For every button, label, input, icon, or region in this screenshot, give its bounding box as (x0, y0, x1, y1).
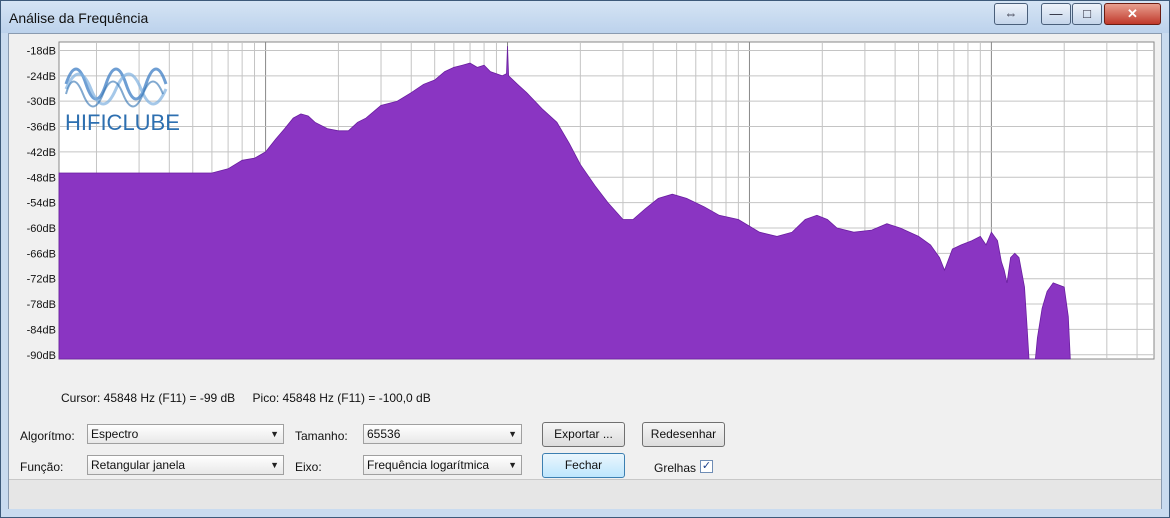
logo-text: HIFICLUBE (65, 110, 180, 135)
x-tick-label: 10Hz (252, 363, 280, 364)
chevron-down-icon: ▼ (270, 429, 279, 439)
redraw-button[interactable]: Redesenhar (642, 422, 725, 447)
peak-readout: Pico: 45848 Hz (F11) = -100,0 dB (252, 391, 431, 405)
spectrum-chart[interactable]: -18dB -24dB -30dB -36dB -42dB -48dB -54dB -60dB… (9, 34, 1161, 364)
y-tick-label: -36dB (27, 122, 56, 134)
y-tick-label: -72dB (27, 274, 56, 286)
window-title: Análise da Frequência (9, 10, 149, 26)
x-tick-label: 3Hz (128, 363, 149, 364)
y-tick-label: -24dB (27, 71, 56, 83)
title-bar[interactable]: Análise da Frequência ⇔ — □ ✕ (1, 1, 1169, 33)
y-tick-label: -90dB (27, 350, 56, 362)
y-tick-label: -48dB (27, 172, 56, 184)
axis-value: Frequência logarítmica (367, 458, 490, 472)
algorithm-value: Espectro (91, 427, 139, 441)
x-tick-label: 30Hz (367, 363, 395, 364)
y-tick-label: -54dB (27, 198, 56, 210)
y-tick-label: -42dB (27, 147, 56, 159)
client-area: -18dB -24dB -30dB -36dB -42dB -48dB -54dB -60dB… (8, 33, 1162, 509)
function-select[interactable]: Retangular janela ▼ (87, 455, 284, 475)
x-tick-label: 70Hz (456, 363, 484, 364)
status-bar (9, 479, 1161, 509)
x-tick-label: 20Hz (324, 363, 352, 364)
x-tick-label: 4Hz (159, 363, 180, 364)
status-line: Cursor: 45848 Hz (F11) = -99 dB Pico: 45… (61, 391, 431, 405)
x-tick-label: 10000Hz (967, 363, 1015, 364)
y-tick-label: -30dB (27, 96, 56, 108)
chevron-down-icon: ▼ (508, 460, 517, 470)
x-tick-label: 200Hz (563, 363, 598, 364)
grid-label: Grelhas (654, 461, 697, 475)
minimize-button[interactable]: — (1041, 3, 1071, 25)
size-select[interactable]: 65536 ▼ (363, 424, 522, 444)
axis-label: Eixo: (295, 460, 322, 474)
sound-wave-icon (64, 67, 168, 108)
chevron-down-icon: ▼ (508, 429, 517, 439)
x-tick-label: 20000Hz (1040, 363, 1088, 364)
x-tick-label: 2Hz (86, 363, 107, 364)
x-tick-label: 300Hz (606, 363, 641, 364)
chevron-down-icon: ▼ (270, 460, 279, 470)
close-window-button[interactable]: ✕ (1104, 3, 1161, 25)
x-tick-label: 500Hz (659, 363, 694, 364)
maximize-button[interactable]: □ (1072, 3, 1102, 25)
grid-checkbox[interactable]: ✓ (700, 460, 713, 473)
hificlube-logo: HIFICLUBE (61, 44, 180, 139)
size-label: Tamanho: (295, 429, 348, 443)
x-tick-label: 1000Hz (729, 363, 770, 364)
size-value: 65536 (367, 427, 401, 441)
restore-layout-button[interactable]: ⇔ (994, 3, 1028, 25)
y-tick-label: -66dB (27, 248, 56, 260)
analysis-window: Análise da Frequência ⇔ — □ ✕ -18dB -24dB… (0, 0, 1170, 518)
y-tick-label: -84dB (27, 324, 56, 336)
close-button[interactable]: Fechar (542, 453, 625, 478)
axis-select[interactable]: Frequência logarítmica ▼ (363, 455, 522, 475)
cursor-readout: Cursor: 45848 Hz (F11) = -99 dB (61, 391, 236, 405)
algorithm-select[interactable]: Espectro ▼ (87, 424, 284, 444)
x-tick-label: 50Hz (421, 363, 449, 364)
function-value: Retangular janela (91, 458, 186, 472)
function-label: Função: (20, 460, 64, 474)
y-tick-label: -60dB (27, 223, 56, 235)
y-tick-label: -78dB (27, 299, 56, 311)
x-tick-label: 6Hz (201, 363, 222, 364)
x-tick-label: 100Hz (490, 363, 525, 364)
y-tick-label: -18dB (27, 45, 56, 57)
x-tick-label: 2000Hz (802, 363, 843, 364)
x-tick-label: 40000Hz (1113, 363, 1161, 364)
export-button[interactable]: Exportar ... (542, 422, 625, 447)
algorithm-label: Algorítmo: (20, 429, 75, 443)
x-tick-label: 4000Hz (874, 363, 915, 364)
